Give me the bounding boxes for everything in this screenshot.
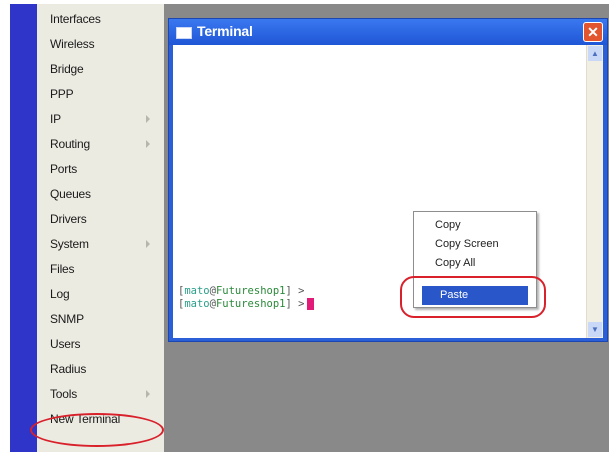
menu-item-label: Interfaces — [50, 12, 101, 26]
prompt-host: Futureshop1 — [215, 285, 286, 297]
menu-items: Interfaces Wireless Bridge PPP IP Routin… — [37, 4, 164, 452]
menu-item-label: IP — [50, 112, 61, 126]
chevron-right-icon — [146, 390, 150, 398]
context-item-label: Copy Screen — [435, 238, 499, 250]
chevron-right-icon — [146, 115, 150, 123]
context-item-copy-screen[interactable]: Copy Screen — [414, 235, 536, 254]
left-menu: Interfaces Wireless Bridge PPP IP Routin… — [10, 4, 164, 452]
prompt-user: mato — [184, 285, 210, 297]
menu-item-label: Tools — [50, 387, 78, 401]
menu-item-label: PPP — [50, 87, 74, 101]
menu-item-users[interactable]: Users — [37, 332, 164, 357]
scroll-down-icon[interactable]: ▼ — [588, 322, 602, 337]
menu-item-label: System — [50, 237, 89, 251]
context-item-label: Copy All — [435, 257, 476, 269]
menu-item-label: Ports — [50, 162, 78, 176]
terminal-line: [mato@Futureshop1] > — [178, 298, 315, 310]
close-button[interactable]: ✕ — [583, 22, 603, 42]
menu-item-snmp[interactable]: SNMP — [37, 307, 164, 332]
menu-item-system[interactable]: System — [37, 232, 164, 257]
menu-item-bridge[interactable]: Bridge — [37, 57, 164, 82]
menu-item-label: Log — [50, 287, 70, 301]
prompt-close: ] > — [285, 298, 305, 310]
context-item-copy[interactable]: Copy — [414, 216, 536, 235]
context-item-copy-all[interactable]: Copy All — [414, 254, 536, 273]
close-icon: ✕ — [587, 24, 599, 40]
chevron-right-icon — [146, 140, 150, 148]
menu-item-label: Wireless — [50, 37, 95, 51]
context-item-label: Copy — [435, 219, 461, 231]
menu-item-label: SNMP — [50, 312, 84, 326]
window-titlebar[interactable]: Terminal ✕ — [169, 19, 607, 45]
menu-item-label: Files — [50, 262, 75, 276]
menu-item-ppp[interactable]: PPP — [37, 82, 164, 107]
prompt-host: Futureshop1 — [215, 298, 286, 310]
menu-item-label: Bridge — [50, 62, 84, 76]
prompt-close: ] > — [285, 285, 305, 297]
menu-item-ip[interactable]: IP — [37, 107, 164, 132]
window-title: Terminal — [197, 23, 253, 39]
menu-item-label: Radius — [50, 362, 87, 376]
vertical-scrollbar[interactable]: ▲ ▼ — [586, 45, 603, 338]
highlight-box-paste — [400, 276, 546, 318]
menu-item-wireless[interactable]: Wireless — [37, 32, 164, 57]
prompt-user: mato — [184, 298, 210, 310]
menu-item-label: Drivers — [50, 212, 87, 226]
chevron-right-icon — [146, 240, 150, 248]
scroll-up-icon[interactable]: ▲ — [588, 46, 602, 61]
menu-item-routing[interactable]: Routing — [37, 132, 164, 157]
menu-item-files[interactable]: Files — [37, 257, 164, 282]
menu-item-queues[interactable]: Queues — [37, 182, 164, 207]
terminal-window-icon — [176, 27, 192, 39]
menu-item-label: Users — [50, 337, 81, 351]
text-cursor — [307, 298, 315, 310]
terminal-line: [mato@Futureshop1] > — [178, 285, 304, 297]
menu-side-bar — [10, 4, 37, 452]
menu-item-radius[interactable]: Radius — [37, 357, 164, 382]
menu-item-interfaces[interactable]: Interfaces — [37, 7, 164, 32]
menu-item-tools[interactable]: Tools — [37, 382, 164, 407]
menu-item-label: Queues — [50, 187, 91, 201]
highlight-ellipse-new-terminal — [30, 413, 164, 447]
menu-item-ports[interactable]: Ports — [37, 157, 164, 182]
menu-item-label: Routing — [50, 137, 90, 151]
menu-item-log[interactable]: Log — [37, 282, 164, 307]
menu-item-drivers[interactable]: Drivers — [37, 207, 164, 232]
